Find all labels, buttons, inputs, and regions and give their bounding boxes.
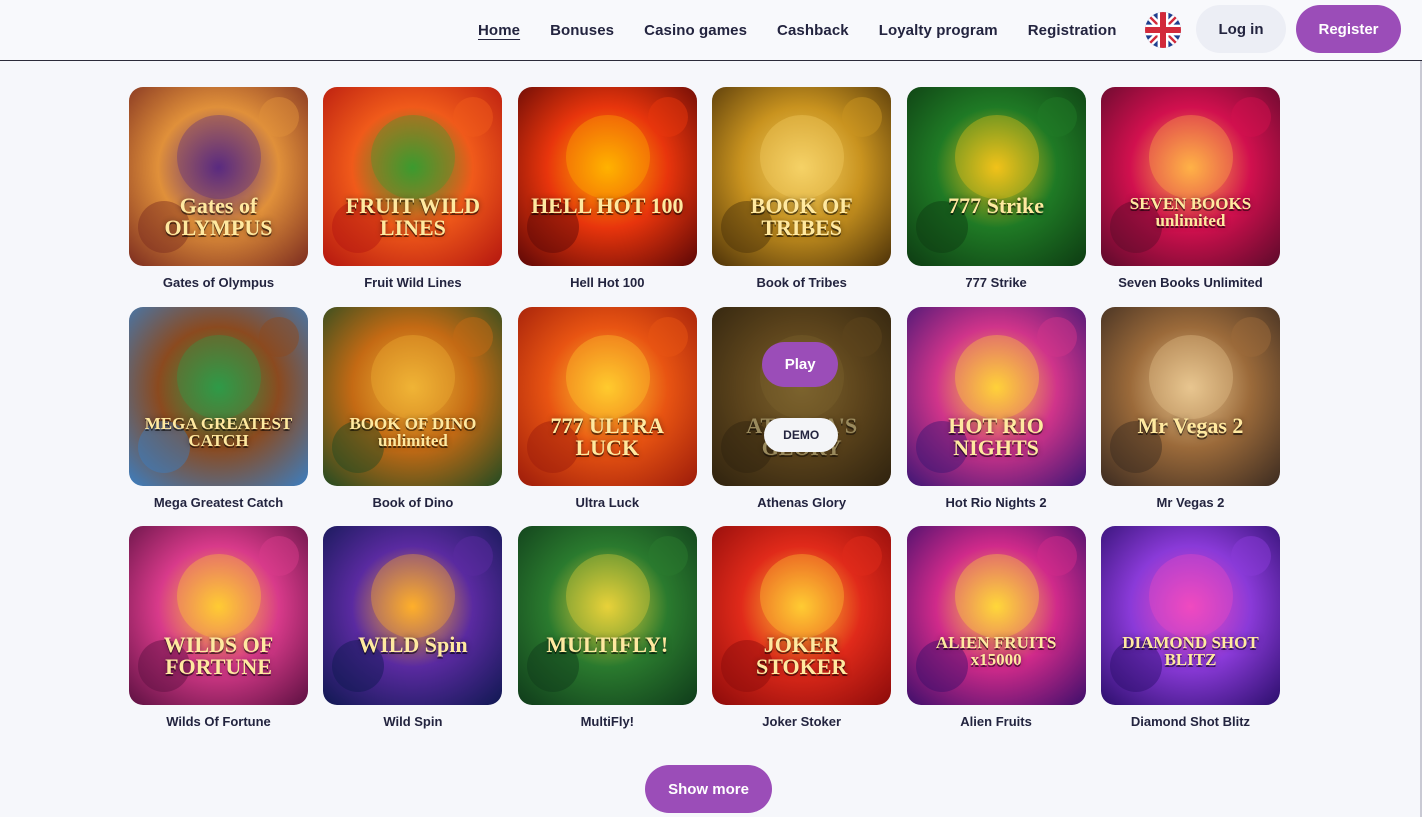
game-logo-text: FRUIT WILD LINES xyxy=(345,193,481,240)
game-thumbnail[interactable]: JOKER STOKER xyxy=(712,526,892,705)
game-card[interactable]: BOOK OF TRIBES Book of Tribes xyxy=(712,87,892,307)
game-title[interactable]: Hot Rio Nights 2 xyxy=(946,495,1047,510)
game-card[interactable]: MULTIFLY! MultiFly! xyxy=(517,526,697,746)
game-card[interactable]: Mr Vegas 2 Mr Vegas 2 xyxy=(1100,306,1280,527)
game-logo-text: HELL HOT 100 xyxy=(531,193,684,218)
game-logo-text: ALIEN FRUITS x15000 xyxy=(935,633,1057,669)
game-thumbnail[interactable]: Gates of OLYMPUS xyxy=(129,87,308,266)
site-header: Home Bonuses Casino games Cashback Loyal… xyxy=(0,0,1422,61)
game-grid: Gates of OLYMPUS Gates of Olympus FRUIT WI… xyxy=(129,87,1280,746)
nav-loyalty-program[interactable]: Loyalty program xyxy=(879,22,998,39)
game-title[interactable]: Ultra Luck xyxy=(575,495,639,510)
game-thumbnail[interactable]: BOOK OF TRIBES xyxy=(712,87,892,266)
game-title[interactable]: Mr Vegas 2 xyxy=(1156,495,1224,510)
game-logo-text: SEVEN BOOKS unlimited xyxy=(1129,194,1252,230)
game-title[interactable]: Fruit Wild Lines xyxy=(364,275,461,290)
login-button[interactable]: Log in xyxy=(1196,5,1286,53)
nav-cashback[interactable]: Cashback xyxy=(777,22,849,39)
game-logo-text: BOOK OF DINO unlimited xyxy=(349,413,477,450)
show-more-button[interactable]: Show more xyxy=(645,765,772,813)
game-card[interactable]: HOT RIO NIGHTS Hot Rio Nights 2 xyxy=(906,306,1086,527)
game-thumbnail[interactable]: SEVEN BOOKS unlimited xyxy=(1100,87,1280,266)
main-nav: Home Bonuses Casino games Cashback Loyal… xyxy=(478,0,1116,60)
game-card[interactable]: ATHENA'S GLORYPlayDEMOAthenas Glory xyxy=(712,306,892,527)
game-title[interactable]: Mega Greatest Catch xyxy=(154,495,283,510)
game-title[interactable]: Wilds Of Fortune xyxy=(166,714,271,729)
game-thumbnail[interactable]: DIAMOND SHOT BLITZ xyxy=(1100,526,1280,705)
game-card[interactable]: Gates of OLYMPUS Gates of Olympus xyxy=(129,87,308,307)
game-title[interactable]: Diamond Shot Blitz xyxy=(1131,714,1250,729)
game-title[interactable]: MultiFly! xyxy=(581,714,634,729)
game-card[interactable]: ALIEN FRUITS x15000 Alien Fruits xyxy=(906,526,1086,746)
game-title[interactable]: 777 Strike xyxy=(965,275,1026,290)
game-logo-text: JOKER STOKER xyxy=(756,632,848,679)
game-title[interactable]: Gates of Olympus xyxy=(163,275,274,290)
game-thumbnail[interactable]: ALIEN FRUITS x15000 xyxy=(906,526,1086,705)
game-thumbnail[interactable]: 777 ULTRA LUCK xyxy=(517,306,697,486)
game-thumbnail[interactable]: WILDS OF FORTUNE xyxy=(129,526,308,705)
game-logo-text: HOT RIO NIGHTS xyxy=(948,412,1044,460)
game-card[interactable]: FRUIT WILD LINES Fruit Wild Lines xyxy=(323,87,503,307)
game-thumbnail[interactable]: MEGA GREATEST CATCH xyxy=(129,306,308,486)
game-title[interactable]: Seven Books Unlimited xyxy=(1118,275,1262,290)
game-thumbnail[interactable]: WILD Spin xyxy=(323,526,503,705)
game-title[interactable]: Athenas Glory xyxy=(757,495,846,510)
game-thumbnail[interactable]: 777 Strike xyxy=(906,87,1086,266)
game-thumbnail[interactable]: FRUIT WILD LINES xyxy=(323,87,503,266)
game-thumbnail[interactable]: Mr Vegas 2 xyxy=(1100,306,1280,486)
game-thumbnail[interactable]: MULTIFLY! xyxy=(517,526,697,705)
game-logo-text: MEGA GREATEST CATCH xyxy=(144,413,293,450)
game-card[interactable]: DIAMOND SHOT BLITZ Diamond Shot Blitz xyxy=(1100,526,1280,746)
game-logo-text: MULTIFLY! xyxy=(546,632,669,657)
game-card[interactable]: HELL HOT 100 Hell Hot 100 xyxy=(517,87,697,307)
uk-flag-icon[interactable] xyxy=(1145,12,1181,48)
game-logo-text: WILDS OF FORTUNE xyxy=(163,632,274,679)
game-thumbnail[interactable]: HOT RIO NIGHTS xyxy=(906,306,1086,486)
game-card[interactable]: 777 ULTRA LUCK Ultra Luck xyxy=(517,306,697,527)
game-card[interactable]: SEVEN BOOKS unlimited Seven Books Unlimit… xyxy=(1100,87,1280,307)
game-title[interactable]: Alien Fruits xyxy=(960,714,1032,729)
play-button[interactable]: Play xyxy=(762,341,839,387)
game-title[interactable]: Book of Tribes xyxy=(757,275,847,290)
hover-overlay xyxy=(712,306,892,486)
game-logo-text: 777 Strike xyxy=(948,193,1045,218)
nav-casino-games[interactable]: Casino games xyxy=(644,22,747,39)
game-thumbnail[interactable]: ATHENA'S GLORYPlayDEMO xyxy=(712,306,892,486)
nav-home[interactable]: Home xyxy=(478,22,520,39)
game-card[interactable]: WILDS OF FORTUNE Wilds Of Fortune xyxy=(129,526,308,746)
demo-button[interactable]: DEMO xyxy=(764,417,839,452)
nav-bonuses[interactable]: Bonuses xyxy=(550,22,614,39)
game-title[interactable]: Joker Stoker xyxy=(762,714,841,729)
game-logo-text: WILD Spin xyxy=(358,632,468,657)
game-card[interactable]: JOKER STOKER Joker Stoker xyxy=(712,526,892,746)
game-thumbnail[interactable]: HELL HOT 100 xyxy=(517,87,697,266)
game-card[interactable]: BOOK OF DINO unlimited Book of Dino xyxy=(323,306,503,527)
game-card[interactable]: 777 Strike 777 Strike xyxy=(906,87,1086,307)
register-button[interactable]: Register xyxy=(1296,5,1401,53)
game-card[interactable]: WILD Spin Wild Spin xyxy=(323,526,503,746)
game-logo-text: Mr Vegas 2 xyxy=(1137,412,1244,438)
game-thumbnail[interactable]: BOOK OF DINO unlimited xyxy=(323,306,503,486)
nav-registration[interactable]: Registration xyxy=(1028,22,1117,39)
game-logo-text: BOOK OF TRIBES xyxy=(750,193,853,240)
game-logo-text: 777 ULTRA LUCK xyxy=(550,412,665,460)
game-title[interactable]: Book of Dino xyxy=(372,495,453,510)
game-title[interactable]: Hell Hot 100 xyxy=(570,275,644,290)
game-title[interactable]: Wild Spin xyxy=(383,714,442,729)
game-logo-text: DIAMOND SHOT BLITZ xyxy=(1122,633,1259,669)
game-logo-text: Gates of OLYMPUS xyxy=(164,193,273,240)
game-card[interactable]: MEGA GREATEST CATCH Mega Greatest Catch xyxy=(129,306,308,527)
